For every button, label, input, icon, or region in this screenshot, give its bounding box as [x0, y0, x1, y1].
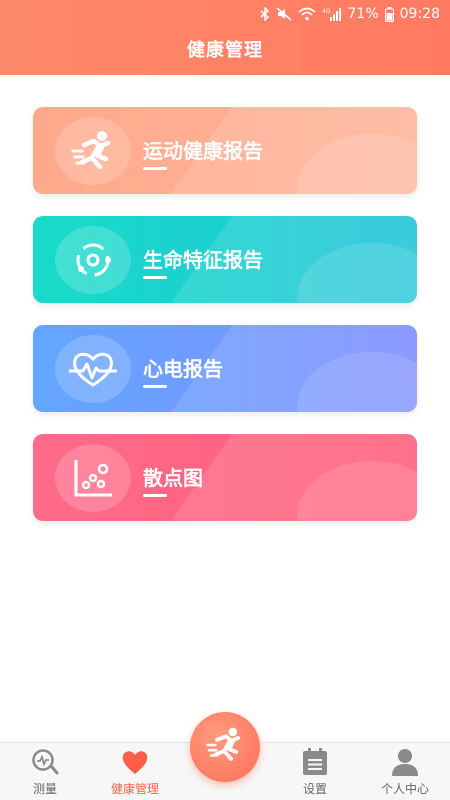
card-scatter-plot[interactable]: 散点图	[33, 434, 417, 521]
status-time: 09:28	[399, 6, 440, 22]
card-ecg-report[interactable]: 心电报告	[33, 325, 417, 412]
measure-icon	[30, 747, 60, 777]
user-icon	[390, 747, 420, 777]
card-label: 运动健康报告	[143, 139, 263, 163]
scatter-plot-icon	[55, 444, 131, 512]
app-header: 4G 71% 09:28 健康管理	[0, 0, 450, 75]
nav-item-health-management[interactable]: 健康管理	[95, 747, 175, 799]
running-person-icon	[205, 725, 245, 769]
battery-icon	[384, 6, 394, 22]
nav-item-profile[interactable]: 个人中心	[365, 747, 445, 799]
card-label: 生命特征报告	[143, 248, 263, 272]
card-label: 散点图	[143, 466, 203, 490]
nav-label: 个人中心	[380, 782, 429, 796]
card-label: 心电报告	[143, 357, 223, 381]
label-underline	[143, 494, 167, 497]
page-title: 健康管理	[187, 40, 263, 61]
signal-icon: 4G	[322, 7, 342, 21]
label-underline	[143, 276, 167, 279]
status-bar: 4G 71% 09:28	[0, 0, 450, 28]
wifi-icon	[297, 7, 316, 21]
nav-label: 健康管理	[110, 782, 159, 796]
card-exercise-report[interactable]: 运动健康报告	[33, 107, 417, 194]
nav-item-measure[interactable]: 测量	[5, 747, 85, 799]
battery-percent: 71%	[347, 6, 379, 22]
nav-label: 测量	[32, 782, 57, 796]
label-underline	[143, 385, 167, 388]
nav-label: 设置	[302, 782, 327, 796]
bluetooth-icon	[260, 7, 270, 21]
label-underline	[143, 167, 167, 170]
mute-icon	[276, 7, 292, 21]
vital-signs-icon	[55, 226, 131, 294]
svg-text:4G: 4G	[322, 8, 331, 15]
running-person-icon	[55, 117, 131, 185]
nav-item-settings[interactable]: 设置	[275, 747, 355, 799]
calendar-settings-icon	[300, 747, 330, 777]
heart-icon	[120, 747, 150, 777]
card-vital-signs-report[interactable]: 生命特征报告	[33, 216, 417, 303]
center-exercise-button[interactable]	[190, 712, 260, 782]
report-card-list: 运动健康报告 生命特征报告 心电报告 散点图	[33, 107, 417, 543]
heart-pulse-icon	[55, 335, 131, 403]
